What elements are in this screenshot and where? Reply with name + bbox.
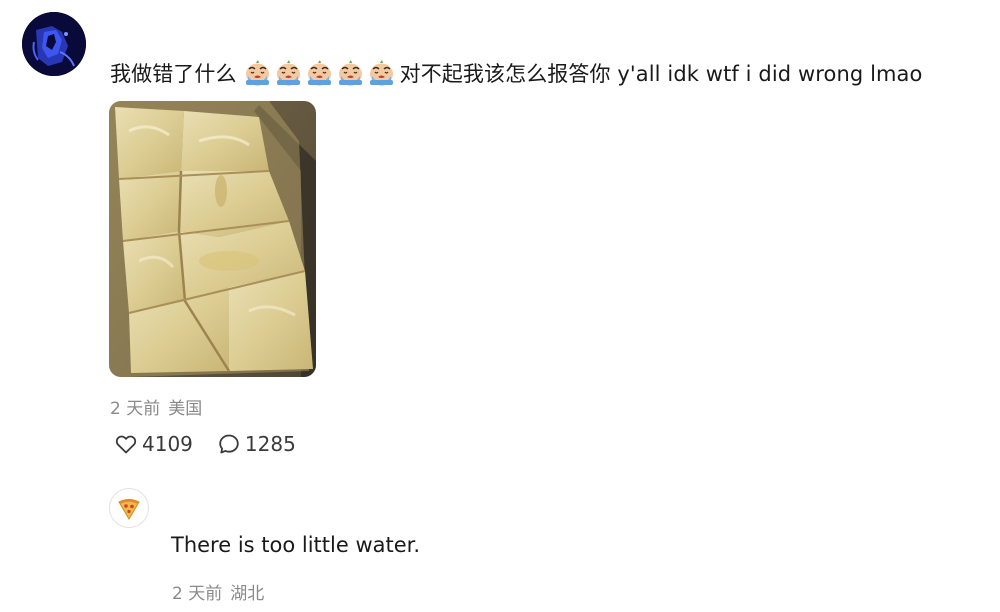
- tofu-block-photo-icon: [109, 101, 316, 377]
- post-text-before-emoji: 我做错了什么: [110, 62, 237, 86]
- post-meta: 2 天前 美国: [110, 394, 202, 419]
- post-photo[interactable]: [109, 101, 316, 377]
- like-button[interactable]: 4109: [114, 432, 193, 456]
- crying-face-emoji-icon: [243, 59, 272, 87]
- post-text: 我做错了什么 对不起我该怎么报答你 y'all idk wtf i did wr…: [110, 57, 922, 89]
- reply-avatar[interactable]: [109, 488, 149, 528]
- reply-location: 湖北: [230, 584, 265, 604]
- reply-text: There is too little water.: [171, 533, 421, 557]
- pizza-slice-icon: [118, 499, 140, 520]
- like-count: 4109: [142, 432, 193, 456]
- comment-button[interactable]: 1285: [217, 432, 296, 456]
- crying-face-emoji-icon: [367, 59, 396, 87]
- blue-portrait-avatar-icon: [22, 12, 86, 76]
- comment-bubble-icon: [219, 434, 239, 454]
- heart-icon: [115, 435, 137, 454]
- post-location: 美国: [168, 399, 203, 419]
- crying-face-emoji-icon: [305, 59, 334, 87]
- reply-meta: 2 天前 湖北: [172, 579, 264, 604]
- comment-count: 1285: [244, 432, 296, 456]
- author-avatar[interactable]: [22, 12, 86, 76]
- post-actions: 4109 1285: [114, 432, 296, 456]
- post-text-after-emoji: 对不起我该怎么报答你 y'all idk wtf i did wrong lma…: [399, 62, 923, 86]
- post-time: 2 天前: [110, 399, 161, 419]
- emoji-row: [243, 59, 396, 87]
- reply-time: 2 天前: [172, 584, 223, 604]
- crying-face-emoji-icon: [336, 59, 365, 87]
- crying-face-emoji-icon: [274, 59, 303, 87]
